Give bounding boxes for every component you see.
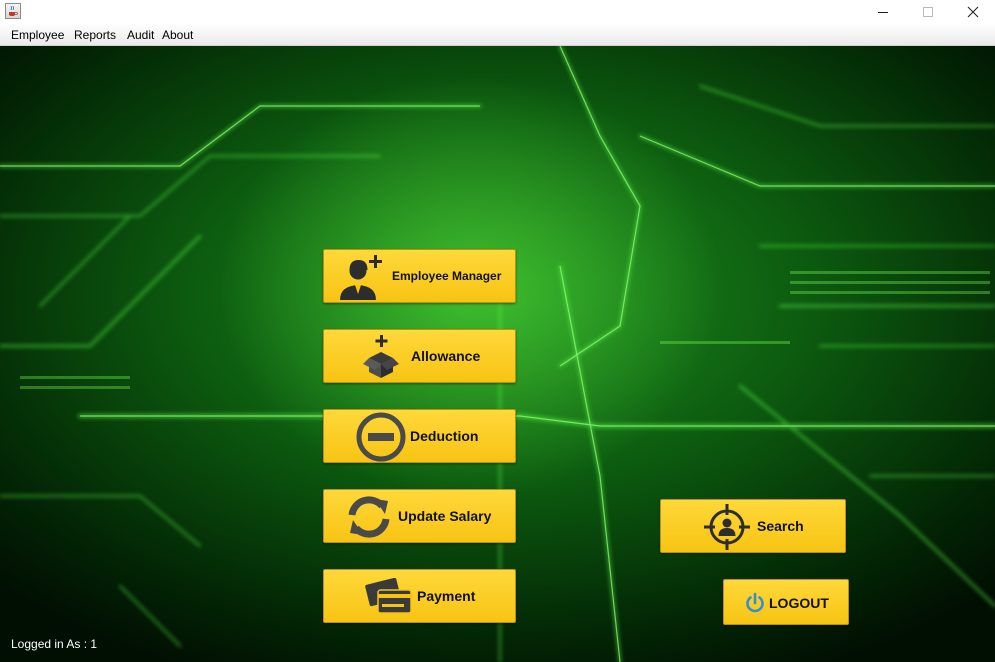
search-button[interactable]: Search [660, 499, 846, 553]
add-user-icon [340, 255, 382, 300]
title-bar [0, 0, 995, 24]
logout-label: LOGOUT [769, 595, 829, 611]
search-label: Search [757, 518, 804, 534]
java-cup-icon [5, 3, 21, 19]
employee-manager-button[interactable]: Employee Manager [323, 249, 516, 303]
payment-label: Payment [417, 588, 476, 604]
target-user-icon [704, 504, 750, 550]
maximize-icon [923, 7, 933, 17]
minus-circle-icon [356, 412, 406, 462]
close-icon [967, 6, 979, 18]
payment-button[interactable]: Payment [323, 569, 516, 623]
menu-bar: Employee Reports Audit About [0, 24, 995, 46]
add-package-icon [363, 335, 399, 378]
deduction-label: Deduction [410, 428, 479, 444]
allowance-button[interactable]: Allowance [323, 329, 516, 383]
logged-in-status: Logged in As : 1 [11, 637, 98, 651]
logout-button[interactable]: LOGOUT [723, 579, 849, 625]
minimize-icon [878, 12, 888, 13]
minimize-button[interactable] [860, 0, 906, 24]
allowance-label: Allowance [411, 348, 481, 364]
menu-reports[interactable]: Reports [74, 28, 116, 42]
close-button[interactable] [950, 0, 995, 24]
update-salary-button[interactable]: Update Salary [323, 489, 516, 543]
deduction-button[interactable]: Deduction [323, 409, 516, 463]
update-salary-label: Update Salary [398, 508, 492, 524]
power-icon [746, 592, 764, 613]
maximize-button[interactable] [905, 0, 951, 24]
employee-manager-label: Employee Manager [392, 269, 502, 283]
menu-about[interactable]: About [162, 28, 193, 42]
menu-audit[interactable]: Audit [127, 28, 154, 42]
credit-card-icon [365, 578, 412, 614]
menu-employee[interactable]: Employee [11, 28, 64, 42]
refresh-icon [348, 496, 390, 538]
main-panel: Employee Manager Allowance Deduction Upd… [0, 46, 995, 662]
